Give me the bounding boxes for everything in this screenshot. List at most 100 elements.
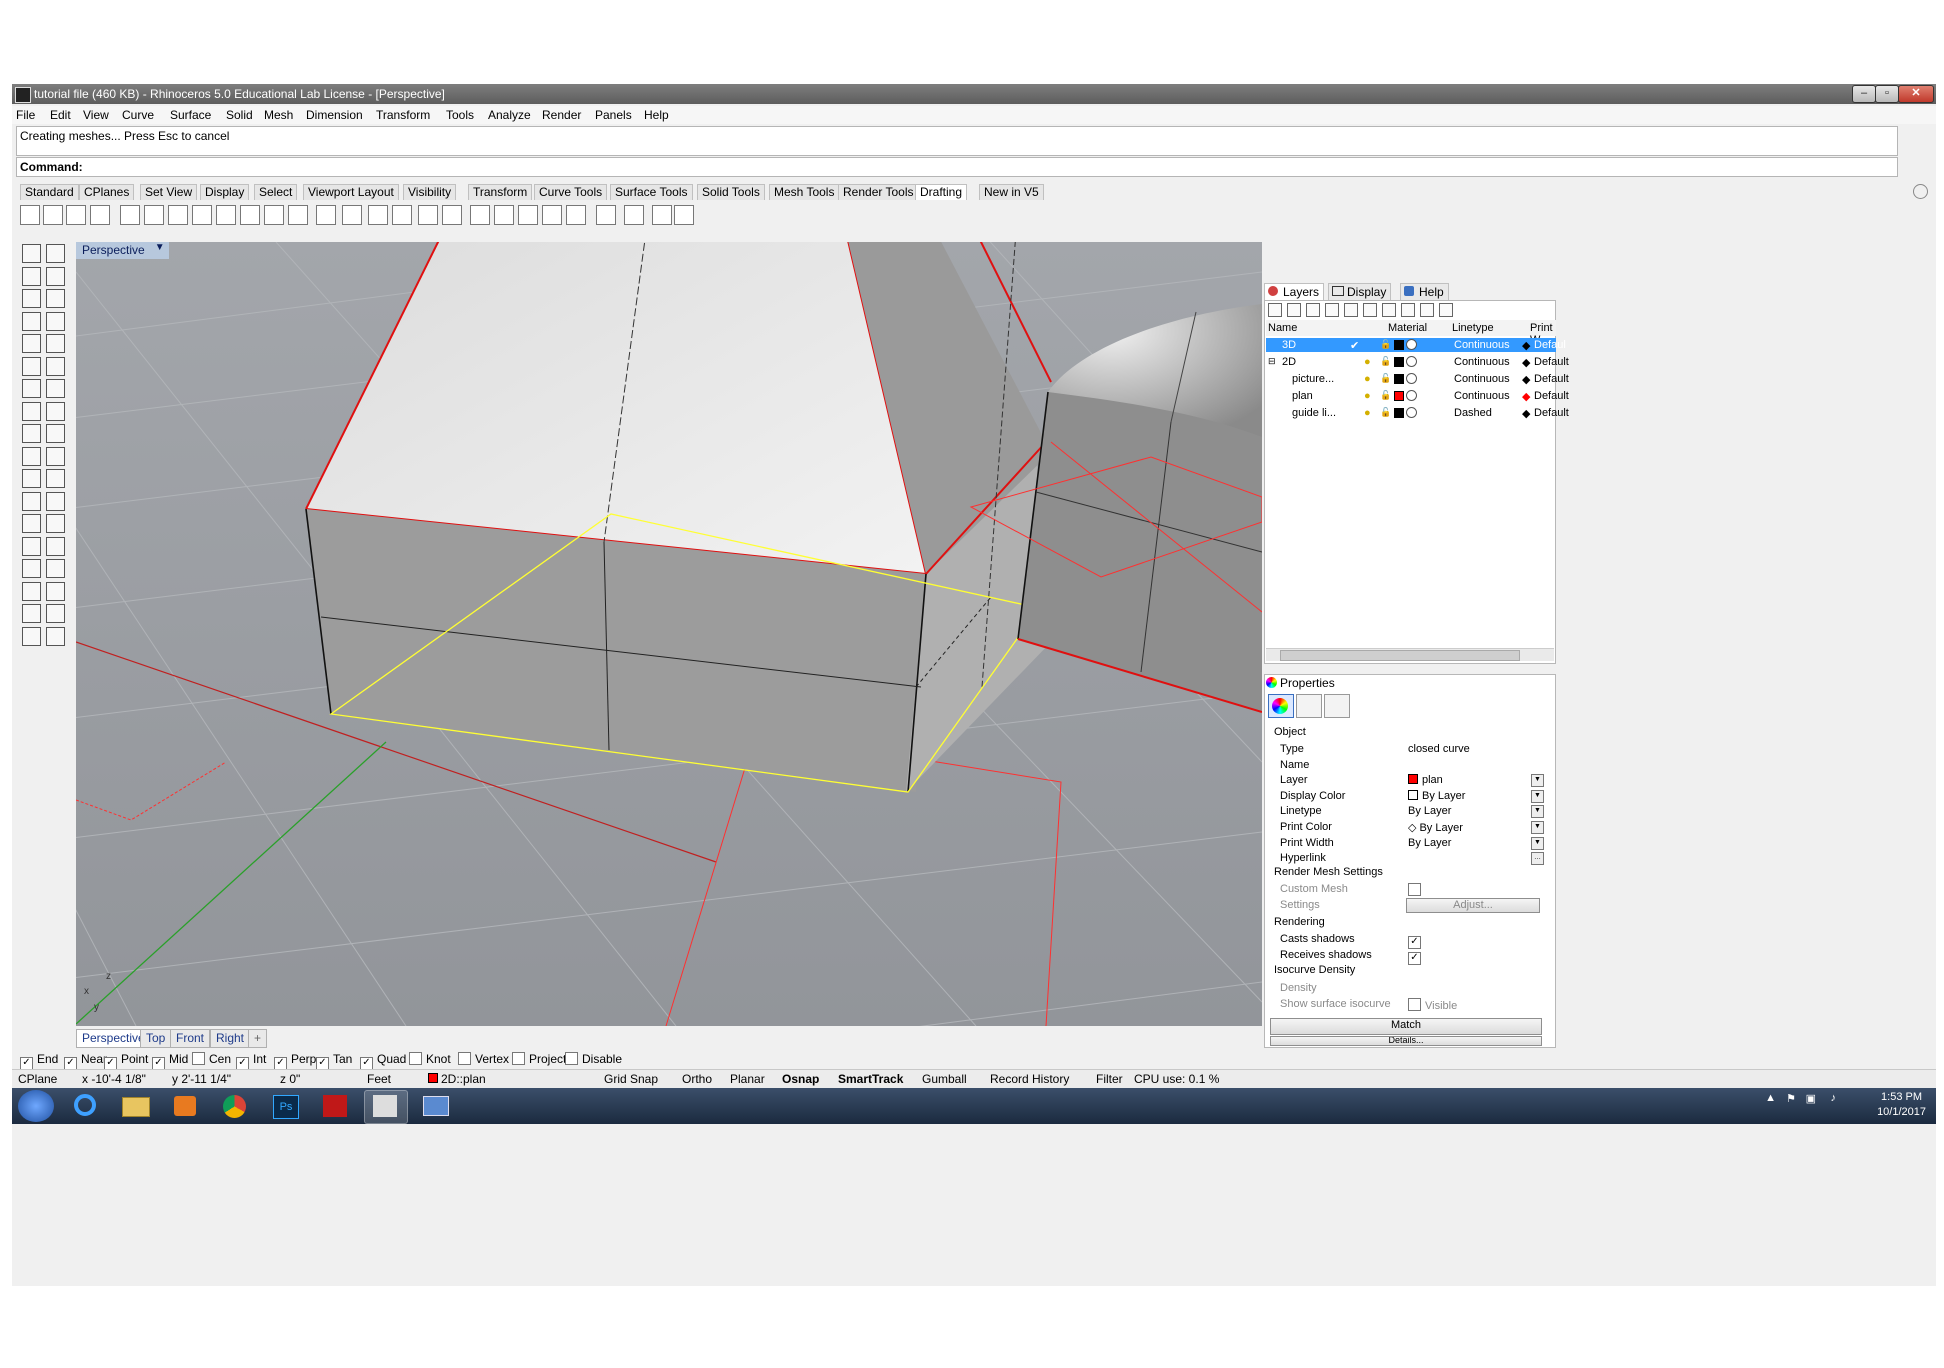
view-tab-right[interactable]: Right [210,1029,251,1048]
tab-mesh-tools[interactable]: Mesh Tools [769,184,840,200]
group-icon[interactable] [22,536,41,556]
action-center-flag-icon[interactable]: ⚑ [1786,1092,1796,1105]
prop-layer-value[interactable]: plan [1408,774,1443,786]
tab-transform[interactable]: Transform [468,184,533,200]
polygon-icon[interactable] [46,356,65,376]
osnap-project[interactable]: Project [512,1052,566,1066]
gumball-icon[interactable] [46,266,65,286]
array-icon[interactable] [46,514,65,533]
layer-row[interactable]: picture... ● 🔓 Continuous ◆ Default [1266,372,1569,386]
view-tab-front[interactable]: Front [170,1029,211,1048]
history-icon[interactable] [46,604,65,623]
details-button[interactable]: Details... [1270,1036,1542,1046]
select-points-icon[interactable] [46,244,65,263]
ellipse-icon[interactable] [46,379,65,398]
custom-mesh-checkbox[interactable] [1408,883,1421,896]
tab-display[interactable]: Display [200,184,250,200]
fillet-icon[interactable] [22,424,41,443]
osnap-perp[interactable]: ✓ Perp [274,1052,316,1070]
layer-linetype[interactable]: Continuous [1454,339,1510,351]
layout-icon[interactable] [674,205,694,225]
layer-name[interactable]: 2D [1282,356,1296,368]
save-icon[interactable] [66,205,86,225]
receives-shadows-checkbox[interactable]: ✓ [1408,952,1421,965]
tab-curve-tools[interactable]: Curve Tools [534,184,608,200]
layer-name[interactable]: picture... [1292,373,1334,385]
move-to-parent-icon[interactable] [1363,303,1377,317]
collapse-toggle-icon[interactable]: ⊟ [1268,356,1276,367]
layer-color-swatch[interactable] [1394,408,1404,418]
surface-icon[interactable] [22,446,41,466]
table-icon[interactable] [596,205,616,225]
snap-icon[interactable] [46,581,65,601]
make-2d-icon[interactable] [566,205,586,225]
toggle-grid-snap[interactable]: Grid Snap [604,1072,658,1086]
view-tab-top[interactable]: Top [140,1029,172,1048]
toggle-planar[interactable]: Planar [730,1072,765,1086]
col-name[interactable]: Name [1268,322,1297,334]
hyperlink-browse-button[interactable]: … [1531,852,1544,866]
text-object-icon[interactable] [494,205,514,225]
sphere-icon[interactable] [46,469,65,488]
new-layer-icon[interactable] [1268,303,1282,317]
maximize-button[interactable]: ▫ [1875,85,1899,103]
layer-color-swatch[interactable] [1394,357,1404,367]
tab-surface-tools[interactable]: Surface Tools [610,184,693,200]
polyline-icon[interactable] [22,311,41,331]
layer-print-color-icon[interactable]: ◆ [1522,339,1530,352]
layer-linetype[interactable]: Continuous [1454,390,1510,402]
render-sphere-icon[interactable] [624,205,644,225]
osnap-point[interactable]: ✓ Point [104,1052,148,1070]
viewport-scene[interactable]: z x y [76,242,1262,1026]
osnap-disable[interactable]: Disable [565,1052,622,1066]
osnap-knot[interactable]: Knot [409,1052,451,1066]
internet-explorer-icon[interactable] [64,1090,106,1122]
point-cloud-icon[interactable] [46,289,65,308]
settings-icon[interactable] [46,626,65,646]
select-icon[interactable] [22,244,41,263]
arc-length-dimension-icon[interactable] [288,205,308,225]
render-icon[interactable] [46,559,65,578]
delete-layer-icon[interactable] [1306,303,1320,317]
media-player-icon[interactable] [164,1090,206,1122]
command-line[interactable]: Command: [16,157,1898,177]
osnap-vertex[interactable]: Vertex [458,1052,509,1066]
chrome-icon[interactable] [214,1090,256,1122]
osnap-cen[interactable]: Cen [192,1052,231,1066]
start-button-icon[interactable] [18,1090,54,1122]
menu-solid[interactable]: Solid [226,108,253,122]
toggle-smarttrack[interactable]: SmartTrack [838,1072,903,1086]
layer-tools-icon[interactable] [1401,303,1415,317]
osnap-knot-checkbox[interactable] [409,1052,422,1065]
menu-file[interactable]: File [16,108,35,122]
block-icon[interactable] [46,536,65,556]
menu-view[interactable]: View [83,108,109,122]
osnap-project-checkbox[interactable] [512,1052,525,1065]
layer-lock-icon[interactable]: 🔓 [1380,407,1391,418]
layer-print-color-icon[interactable]: ◆ [1522,390,1530,403]
line-icon[interactable] [22,356,41,376]
osnap-end[interactable]: ✓ End [20,1052,58,1070]
system-clock[interactable]: 1:53 PM 10/1/2017 [1877,1090,1926,1120]
annotation-dot-icon[interactable] [542,205,562,225]
layer-linetype[interactable]: Continuous [1454,373,1510,385]
help-icon[interactable] [1439,303,1453,317]
layer-visible-bulb-icon[interactable]: ● [1364,390,1371,402]
osnap-int[interactable]: ✓ Int [236,1052,266,1070]
tab-cplanes[interactable]: CPlanes [79,184,135,200]
panel-tab-display[interactable]: Display [1328,283,1392,301]
current-layer-check-icon[interactable]: ✔ [1350,339,1359,352]
move-down-icon[interactable] [1344,303,1358,317]
col-linetype[interactable]: Linetype [1452,322,1494,334]
rotated-dimension-icon[interactable] [168,205,188,225]
layer-print-width[interactable]: Defaul [1534,339,1566,351]
layer-linetype[interactable]: Continuous [1454,356,1510,368]
arc-icon[interactable] [46,334,65,353]
text-block-icon[interactable] [392,205,412,225]
osnap-cen-checkbox[interactable] [192,1052,205,1065]
mesh-icon[interactable] [22,491,41,511]
new-icon[interactable] [20,205,40,225]
layer-lock-icon[interactable]: 🔓 [1380,356,1391,367]
volume-icon[interactable]: ♪ [1831,1092,1837,1104]
ordinate-dimension-icon[interactable] [192,205,212,225]
